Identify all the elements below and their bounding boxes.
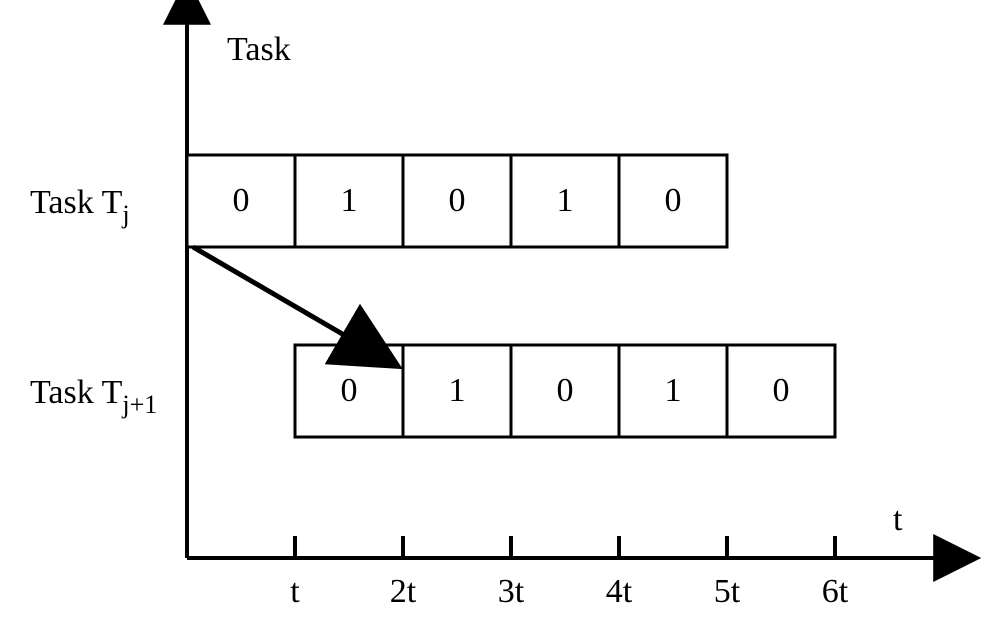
task-cell-value: 0	[233, 182, 250, 219]
x-tick-label: 6t	[822, 573, 849, 610]
dependency-arrow	[193, 247, 354, 341]
task-cell-value: 1	[557, 182, 574, 219]
x-tick-label: 3t	[498, 573, 525, 610]
task-cell-value: 1	[449, 372, 466, 409]
x-tick-label: 4t	[606, 573, 633, 610]
y-axis-label: Task	[227, 31, 291, 68]
x-tick-label: 2t	[390, 573, 417, 610]
task-row-label: Task Tj	[30, 184, 130, 229]
task-cell-value: 0	[665, 182, 682, 219]
task-row-label: Task Tj+1	[30, 374, 157, 419]
x-tick-label: t	[290, 573, 300, 610]
task-cell-value: 0	[773, 372, 790, 409]
x-tick-label: 5t	[714, 573, 741, 610]
x-axis-label: t	[893, 501, 903, 538]
task-cell-value: 1	[341, 182, 358, 219]
task-cell-value: 0	[449, 182, 466, 219]
task-cell-value: 1	[665, 372, 682, 409]
task-cell-value: 0	[557, 372, 574, 409]
task-cell-value: 0	[341, 372, 358, 409]
